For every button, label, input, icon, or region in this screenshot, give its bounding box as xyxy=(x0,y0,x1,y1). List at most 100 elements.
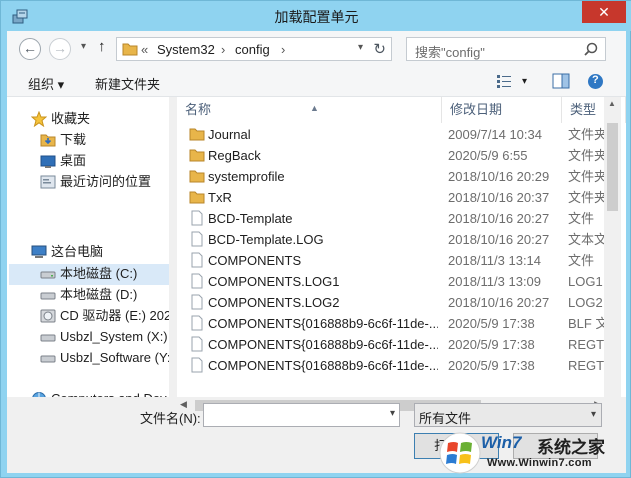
file-type: LOG2 xyxy=(568,295,603,310)
view-options-icon[interactable] xyxy=(496,73,512,89)
file-row[interactable]: RegBack 2020/5/9 6:55 文件夹 xyxy=(177,145,626,166)
breadcrumb-separator[interactable]: › xyxy=(281,42,285,57)
address-bar[interactable]: « System32 › config › ▾ ↻ xyxy=(116,37,392,61)
address-dropdown[interactable]: ▾ xyxy=(358,42,363,53)
file-list: 名称 ▲ 修改日期 类型 Journal 2009/7/14 10:34 文件夹 Re… xyxy=(177,97,626,397)
vertical-scrollbar[interactable]: ▲ xyxy=(604,97,621,397)
organize-button[interactable]: 组织 ▾ xyxy=(28,74,64,93)
breadcrumb-config[interactable]: config xyxy=(235,42,270,57)
sort-ascending-icon: ▲ xyxy=(310,103,319,113)
file-date: 2018/10/16 20:27 xyxy=(448,295,550,310)
file-date: 2018/10/16 20:29 xyxy=(448,169,550,184)
file-icon xyxy=(191,357,203,373)
file-date: 2018/11/3 13:14 xyxy=(448,253,542,268)
file-date: 2020/5/9 6:55 xyxy=(448,148,528,163)
cd-drive-icon xyxy=(40,309,56,323)
filename-dropdown[interactable]: ▾ xyxy=(390,408,395,419)
folder-icon xyxy=(189,191,205,204)
new-folder-button[interactable]: 新建文件夹 xyxy=(95,74,160,93)
file-icon xyxy=(191,315,203,331)
file-row[interactable]: BCD-Template 2018/10/16 20:27 文件 xyxy=(177,208,626,229)
vertical-scroll-thumb[interactable] xyxy=(607,123,618,211)
scroll-corner xyxy=(604,397,621,414)
file-name: COMPONENTS.LOG2 xyxy=(208,295,340,310)
watermark-url: Www.Winwin7.com xyxy=(487,457,592,469)
file-name: systemprofile xyxy=(208,169,285,184)
help-glyph: ? xyxy=(592,74,599,86)
file-type: 文件夹 xyxy=(568,190,608,205)
file-name: COMPONENTS{016888b9-6c6f-11de-... xyxy=(208,316,438,331)
drive-icon xyxy=(40,271,56,279)
search-box[interactable]: 搜索"config" xyxy=(406,37,606,61)
scroll-up-arrow[interactable]: ▲ xyxy=(608,99,616,108)
file-row[interactable]: COMPONENTS{016888b9-6c6f-11de-... 2020/5/… xyxy=(177,355,626,376)
file-type: 文件 xyxy=(568,211,595,226)
close-button[interactable]: ✕ xyxy=(582,1,626,23)
folder-icon xyxy=(189,149,205,162)
drive-icon xyxy=(40,334,56,342)
command-toolbar: 组织 ▾ 新建文件夹 ▾ ? xyxy=(7,67,626,97)
file-icon xyxy=(191,294,203,310)
up-button[interactable]: ↑ xyxy=(98,38,106,55)
filename-input[interactable]: ▾ xyxy=(203,403,400,427)
file-date: 2009/7/14 10:34 xyxy=(448,127,542,142)
file-type: REGTR xyxy=(568,358,608,373)
pane-splitter[interactable] xyxy=(169,97,177,397)
dialog-window: 加载配置单元 ✕ ← → ▾ ↑ « System32 › config › ▾… xyxy=(0,0,631,478)
file-type: REGTR xyxy=(568,337,608,352)
file-name: RegBack xyxy=(208,148,261,163)
column-header-date[interactable]: 修改日期 xyxy=(442,97,562,123)
file-row[interactable]: COMPONENTS 2018/11/3 13:14 文件 xyxy=(177,250,626,271)
download-folder-icon xyxy=(40,134,56,147)
drive-icon xyxy=(40,292,56,300)
filename-label: 文件名(N): xyxy=(140,411,201,426)
column-header-name[interactable]: 名称 ▲ xyxy=(177,97,442,123)
search-icon[interactable] xyxy=(583,41,599,57)
file-name: BCD-Template xyxy=(208,211,293,226)
folder-icon xyxy=(122,43,138,56)
watermark-logo xyxy=(439,432,481,474)
search-placeholder: 搜索"config" xyxy=(415,45,485,60)
title-bar[interactable]: 加载配置单元 ✕ xyxy=(1,1,631,31)
file-icon xyxy=(191,231,203,247)
file-row[interactable]: systemprofile 2018/10/16 20:29 文件夹 xyxy=(177,166,626,187)
file-icon xyxy=(191,273,203,289)
file-date: 2018/11/3 13:09 xyxy=(448,274,542,289)
file-type: 文件夹 xyxy=(568,127,608,142)
file-name: COMPONENTS{016888b9-6c6f-11de-... xyxy=(208,358,438,373)
file-row[interactable]: COMPONENTS{016888b9-6c6f-11de-... 2020/5/… xyxy=(177,313,626,334)
breadcrumb-overflow[interactable]: « xyxy=(141,42,148,57)
file-date: 2020/5/9 17:38 xyxy=(448,337,535,352)
window-title: 加载配置单元 xyxy=(274,9,359,25)
file-date: 2018/10/16 20:37 xyxy=(448,190,550,205)
filetype-dropdown[interactable]: ▾ xyxy=(591,409,596,420)
navigation-bar: ← → ▾ ↑ « System32 › config › ▾ ↻ 搜索"con… xyxy=(7,31,626,67)
file-row[interactable]: COMPONENTS{016888b9-6c6f-11de-... 2020/5/… xyxy=(177,334,626,355)
refresh-icon[interactable]: ↻ xyxy=(373,40,386,58)
dialog-body: ← → ▾ ↑ « System32 › config › ▾ ↻ 搜索"con… xyxy=(7,31,626,473)
breadcrumb-separator[interactable]: › xyxy=(221,42,225,57)
navigation-pane: 收藏夹 下载 桌面 最近访问的位置 这台电脑 本地磁盘 (C:) 本地磁盘 (D… xyxy=(7,97,169,397)
folder-icon xyxy=(189,170,205,183)
file-type: BLF 文 xyxy=(568,316,608,331)
file-row[interactable]: COMPONENTS.LOG1 2018/11/3 13:09 LOG1 xyxy=(177,271,626,292)
filetype-select[interactable]: 所有文件 ▾ xyxy=(414,403,602,427)
file-date: 2020/5/9 17:38 xyxy=(448,358,535,373)
file-icon xyxy=(191,210,203,226)
file-type: 文件夹 xyxy=(568,169,608,184)
preview-pane-icon[interactable] xyxy=(552,73,570,89)
recent-locations-dropdown[interactable]: ▾ xyxy=(81,41,86,52)
watermark-brand: Win7 xyxy=(481,433,522,452)
forward-button[interactable]: → xyxy=(49,38,71,60)
back-button[interactable]: ← xyxy=(19,38,41,60)
drive-icon xyxy=(40,355,56,363)
view-dropdown[interactable]: ▾ xyxy=(522,76,527,87)
file-name: Journal xyxy=(208,127,251,142)
file-row[interactable]: BCD-Template.LOG 2018/10/16 20:27 文本文 xyxy=(177,229,626,250)
file-name: COMPONENTS.LOG1 xyxy=(208,274,340,289)
file-row[interactable]: COMPONENTS.LOG2 2018/10/16 20:27 LOG2 xyxy=(177,292,626,313)
breadcrumb-system32[interactable]: System32 xyxy=(157,42,215,57)
watermark-text: 系统之家 xyxy=(537,438,605,457)
file-row[interactable]: TxR 2018/10/16 20:37 文件夹 xyxy=(177,187,626,208)
file-row[interactable]: Journal 2009/7/14 10:34 文件夹 xyxy=(177,124,626,145)
